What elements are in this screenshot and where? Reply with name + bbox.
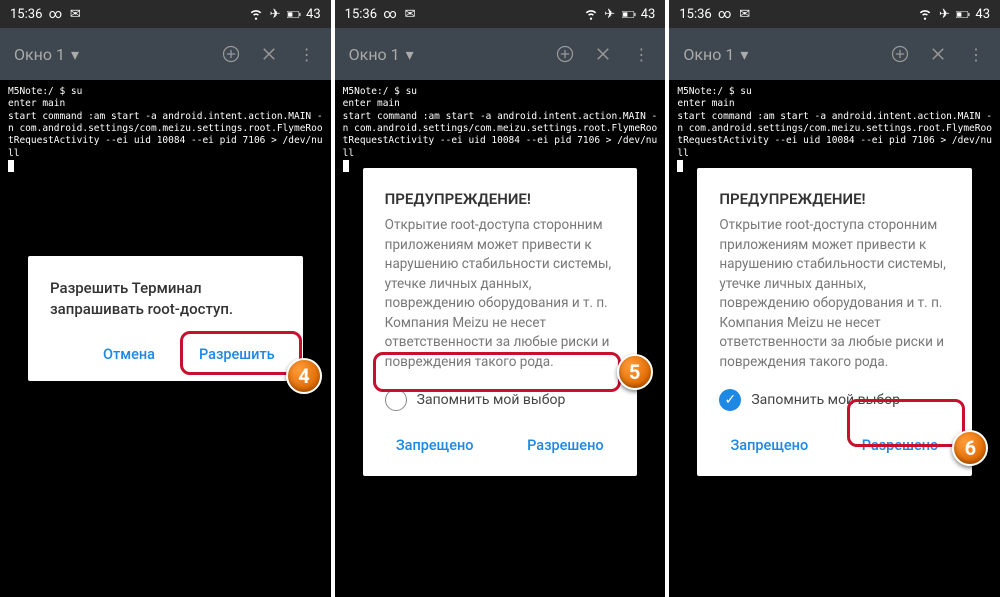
airplane-icon: ✈ (603, 7, 617, 21)
tab-selector[interactable]: Окно 1 ▾ (14, 45, 203, 64)
allow-button[interactable]: Разрешено (515, 427, 615, 464)
warning-dialog: ПРЕДУПРЕЖДЕНИЕ! Открытие root-доступа ст… (363, 168, 638, 476)
airplane-icon: ✈ (268, 7, 282, 21)
terminal-toolbar: Окно 1 ▾ ⋮ (669, 28, 1000, 80)
close-tab-icon[interactable] (593, 44, 613, 64)
wifi-icon (584, 7, 598, 21)
clock: 15:36 (10, 7, 42, 22)
terminal-toolbar: Окно 1 ▾ ⋮ (0, 28, 331, 80)
dialog-body: Разрешить Терминал запрашивать root-дост… (50, 278, 281, 320)
phone-screen-3: 15:36 ∞ ✉ ✈ 43 Окно 1 ▾ ⋮ M5Note:/ $ su … (669, 0, 1000, 597)
clock: 15:36 (679, 7, 711, 22)
dialog-title: ПРЕДУПРЕЖДЕНИЕ! (719, 190, 950, 208)
battery-icon (622, 7, 636, 21)
message-icon: ✉ (68, 7, 82, 21)
checkbox-empty-icon[interactable] (385, 389, 407, 411)
status-bar: 15:36 ∞ ✉ ✈ 43 (669, 0, 1000, 28)
tab-selector[interactable]: Окно 1 ▾ (349, 45, 538, 64)
battery-percent: 43 (306, 7, 321, 22)
infinity-icon: ∞ (718, 7, 732, 21)
cursor (8, 160, 14, 172)
warning-dialog: ПРЕДУПРЕЖДЕНИЕ! Открытие root-доступа ст… (697, 168, 972, 476)
status-bar: 15:36 ∞ ✉ ✈ 43 (335, 0, 666, 28)
remember-label: Запомнить мой выбор (417, 392, 566, 408)
dialog-title: ПРЕДУПРЕЖДЕНИЕ! (385, 190, 616, 208)
root-request-dialog: Разрешить Терминал запрашивать root-дост… (28, 256, 303, 381)
add-tab-icon[interactable] (890, 44, 910, 64)
terminal-output: M5Note:/ $ su enter main start command :… (335, 80, 666, 179)
menu-icon[interactable]: ⋮ (631, 44, 651, 64)
clock: 15:36 (345, 7, 377, 22)
checkbox-checked-icon[interactable]: ✓ (719, 389, 741, 411)
wifi-icon (249, 7, 263, 21)
message-icon: ✉ (403, 7, 417, 21)
dialog-body: Открытие root-доступа сторонним приложен… (385, 216, 616, 373)
close-tab-icon[interactable] (259, 44, 279, 64)
cursor (677, 160, 683, 172)
remember-choice-row[interactable]: ✓ Запомнить мой выбор (719, 389, 950, 411)
terminal-output: M5Note:/ $ su enter main start command :… (0, 80, 331, 179)
message-icon: ✉ (738, 7, 752, 21)
battery-percent: 43 (641, 7, 656, 22)
deny-button[interactable]: Запрещено (385, 427, 485, 464)
battery-percent: 43 (975, 7, 990, 22)
dropdown-icon: ▾ (406, 45, 414, 64)
dropdown-icon: ▾ (71, 45, 79, 64)
allow-button[interactable]: Разрешено (850, 427, 950, 464)
terminal-toolbar: Окно 1 ▾ ⋮ (335, 28, 666, 80)
infinity-icon: ∞ (48, 7, 62, 21)
battery-icon (956, 7, 970, 21)
menu-icon[interactable]: ⋮ (297, 44, 317, 64)
deny-button[interactable]: Запрещено (719, 427, 819, 464)
dropdown-icon: ▾ (740, 45, 748, 64)
allow-button[interactable]: Разрешить (193, 336, 281, 373)
remember-choice-row[interactable]: Запомнить мой выбор (385, 389, 616, 411)
terminal-output: M5Note:/ $ su enter main start command :… (669, 80, 1000, 179)
add-tab-icon[interactable] (221, 44, 241, 64)
wifi-icon (918, 7, 932, 21)
status-bar: 15:36 ∞ ✉ ✈ 43 (0, 0, 331, 28)
cursor (343, 160, 349, 172)
add-tab-icon[interactable] (555, 44, 575, 64)
dialog-body: Открытие root-доступа сторонним приложен… (719, 216, 950, 373)
phone-screen-1: 15:36 ∞ ✉ ✈ 43 Окно 1 ▾ ⋮ M5Note:/ $ su … (0, 0, 331, 597)
infinity-icon: ∞ (383, 7, 397, 21)
airplane-icon: ✈ (937, 7, 951, 21)
remember-label: Запомнить мой выбор (751, 392, 900, 408)
phone-screen-2: 15:36 ∞ ✉ ✈ 43 Окно 1 ▾ ⋮ M5Note:/ $ su … (335, 0, 666, 597)
tab-selector[interactable]: Окно 1 ▾ (683, 45, 872, 64)
close-tab-icon[interactable] (928, 44, 948, 64)
battery-icon (287, 7, 301, 21)
menu-icon[interactable]: ⋮ (966, 44, 986, 64)
cancel-button[interactable]: Отмена (89, 336, 169, 373)
